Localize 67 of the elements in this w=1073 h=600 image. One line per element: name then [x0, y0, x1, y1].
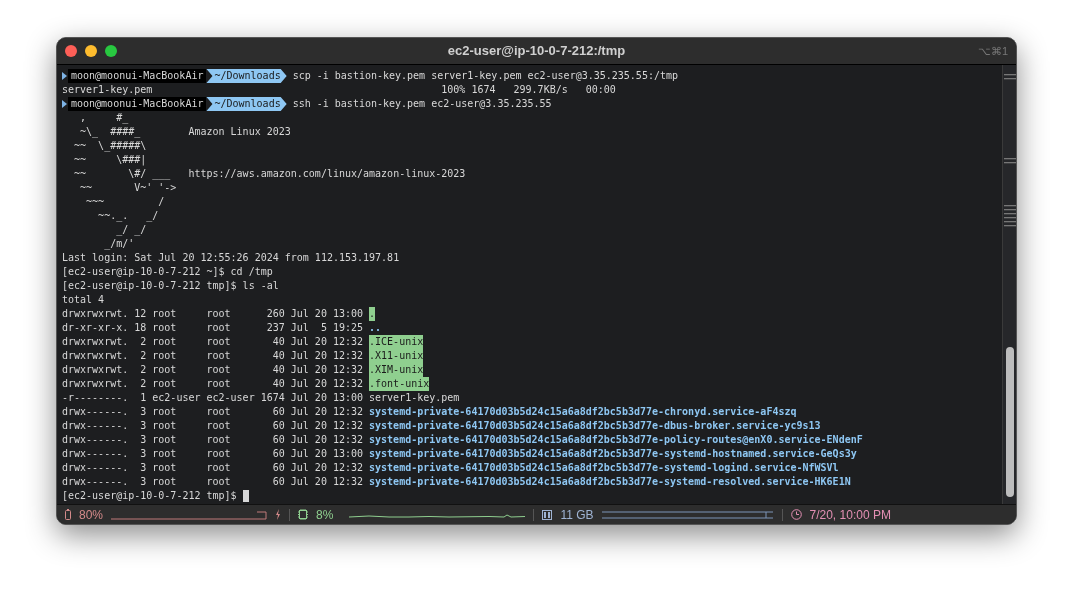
cpu-icon	[298, 509, 309, 520]
command-text: scp -i bastion-key.pem server1-key.pem ec2-user@3.35.235.55:/tmp	[292, 69, 678, 83]
file-name: systemd-private-64170d03b5d24c15a6a8df2bc5b3d77e-chronyd.service-aF4szq	[369, 405, 797, 419]
cursor	[242, 490, 249, 502]
output-line: , #_	[79, 111, 129, 125]
output-line: ~~ \###|	[73, 153, 147, 167]
file-name: .	[369, 307, 376, 321]
file-info: -r--------. 1 ec2-user ec2-user 1674 Jul 20 13:00	[62, 391, 364, 405]
scrollbar[interactable]	[1002, 65, 1016, 504]
close-button[interactable]	[65, 45, 77, 57]
output-line: [ec2-user@ip-10-0-7-212 tmp]$ ls -al	[62, 279, 279, 293]
output-line: server1-key.pem 100% 1674 299.7KB/s 00:00	[62, 83, 616, 97]
file-info: drwxrwxrwt. 2 root root 40 Jul 20 12:32	[62, 335, 364, 349]
clock-time: 7/20, 10:00 PM	[809, 506, 891, 524]
output-line: [ec2-user@ip-10-0-7-212 ~]$ cd /tmp	[62, 265, 273, 279]
shell-prompt: [ec2-user@ip-10-0-7-212 tmp]$	[62, 489, 237, 503]
minimize-button[interactable]	[85, 45, 97, 57]
window-title: ec2-user@ip-10-0-7-212:/tmp	[447, 42, 626, 61]
output-line: ~~ \_#####\	[73, 139, 147, 153]
file-info: drwx------. 3 root root 60 Jul 20 12:32	[62, 405, 364, 419]
prompt-directory: ~/Downloads	[206, 97, 287, 111]
command-text: ssh -i bastion-key.pem ec2-user@3.35.235.55	[292, 97, 552, 111]
output-line: Last login: Sat Jul 20 12:55:26 2024 from 112.153.197.81	[62, 251, 400, 265]
output-line: ~~ \#/ ___ https://aws.amazon.com/linux/amazon-linux-2023	[73, 167, 466, 181]
prompt-user: moon@moonui-MacBookAir	[68, 69, 207, 83]
file-name: .ICE-unix	[369, 335, 424, 349]
file-name: systemd-private-64170d03b5d24c15a6a8df2bc5b3d77e-systemd-hostnamed.service-GeQs3y	[369, 447, 857, 461]
file-info: drwx------. 3 root root 60 Jul 20 12:32	[62, 461, 364, 475]
output-line: ~\_ ####_ Amazon Linux 2023	[79, 125, 291, 139]
charging-icon	[275, 509, 282, 520]
file-name: systemd-private-64170d03b5d24c15a6a8df2bc5b3d77e-systemd-resolved.service-HK6E1N	[369, 475, 851, 489]
cpu-percent: 8%	[316, 506, 334, 524]
file-name: server1-key.pem	[369, 391, 460, 405]
file-info: drwxrwxrwt. 12 root root 260 Jul 20 13:00	[62, 307, 364, 321]
memory-icon	[542, 509, 553, 520]
file-info: drwxrwxrwt. 2 root root 40 Jul 20 12:32	[62, 363, 364, 377]
output-line: ~~._. _/	[97, 209, 159, 223]
file-name: .X11-unix	[369, 349, 424, 363]
file-info: drwx------. 3 root root 60 Jul 20 12:32	[62, 475, 364, 489]
file-name: systemd-private-64170d03b5d24c15a6a8df2bc5b3d77e-policy-routes@enX0.service-ENdenF	[369, 433, 863, 447]
battery-percent: 80%	[79, 506, 104, 524]
output-line: total 4	[62, 293, 105, 307]
battery-icon	[65, 509, 71, 520]
scroll-thumb[interactable]	[1006, 347, 1014, 497]
file-info: drwxrwxrwt. 2 root root 40 Jul 20 12:32	[62, 377, 364, 391]
file-info: dr-xr-xr-x. 18 root root 237 Jul 5 19:25	[62, 321, 364, 335]
file-info: drwx------. 3 root root 60 Jul 20 13:00	[62, 447, 364, 461]
prompt-arrow-icon	[62, 71, 67, 81]
output-line: _/m/'	[103, 237, 135, 251]
output-line: _/ _/	[115, 223, 147, 237]
file-info: drwxrwxrwt. 2 root root 40 Jul 20 12:32	[62, 349, 364, 363]
window-shortcut: ⌥⌘1	[977, 43, 1008, 59]
memory-usage: 11 GB	[560, 506, 594, 524]
file-info: drwx------. 3 root root 60 Jul 20 12:32	[62, 433, 364, 447]
file-info: drwx------. 3 root root 60 Jul 20 12:32	[62, 419, 364, 433]
prompt-arrow-icon	[62, 99, 67, 109]
zoom-button[interactable]	[105, 45, 117, 57]
prompt-user: moon@moonui-MacBookAir	[68, 97, 207, 111]
file-name: .XIM-unix	[369, 363, 424, 377]
file-name: .font-unix	[369, 377, 430, 391]
clock-icon	[790, 509, 802, 520]
file-name: systemd-private-64170d03b5d24c15a6a8df2bc5b3d77e-dbus-broker.service-yc9s13	[369, 419, 821, 433]
output-line: ~~ V~' '->	[79, 181, 177, 195]
output-line: ~~~ /	[85, 195, 165, 209]
file-name: systemd-private-64170d03b5d24c15a6a8df2bc5b3d77e-systemd-logind.service-NfWSVl	[369, 461, 839, 475]
prompt-directory: ~/Downloads	[206, 69, 287, 83]
file-name: ..	[369, 321, 382, 335]
